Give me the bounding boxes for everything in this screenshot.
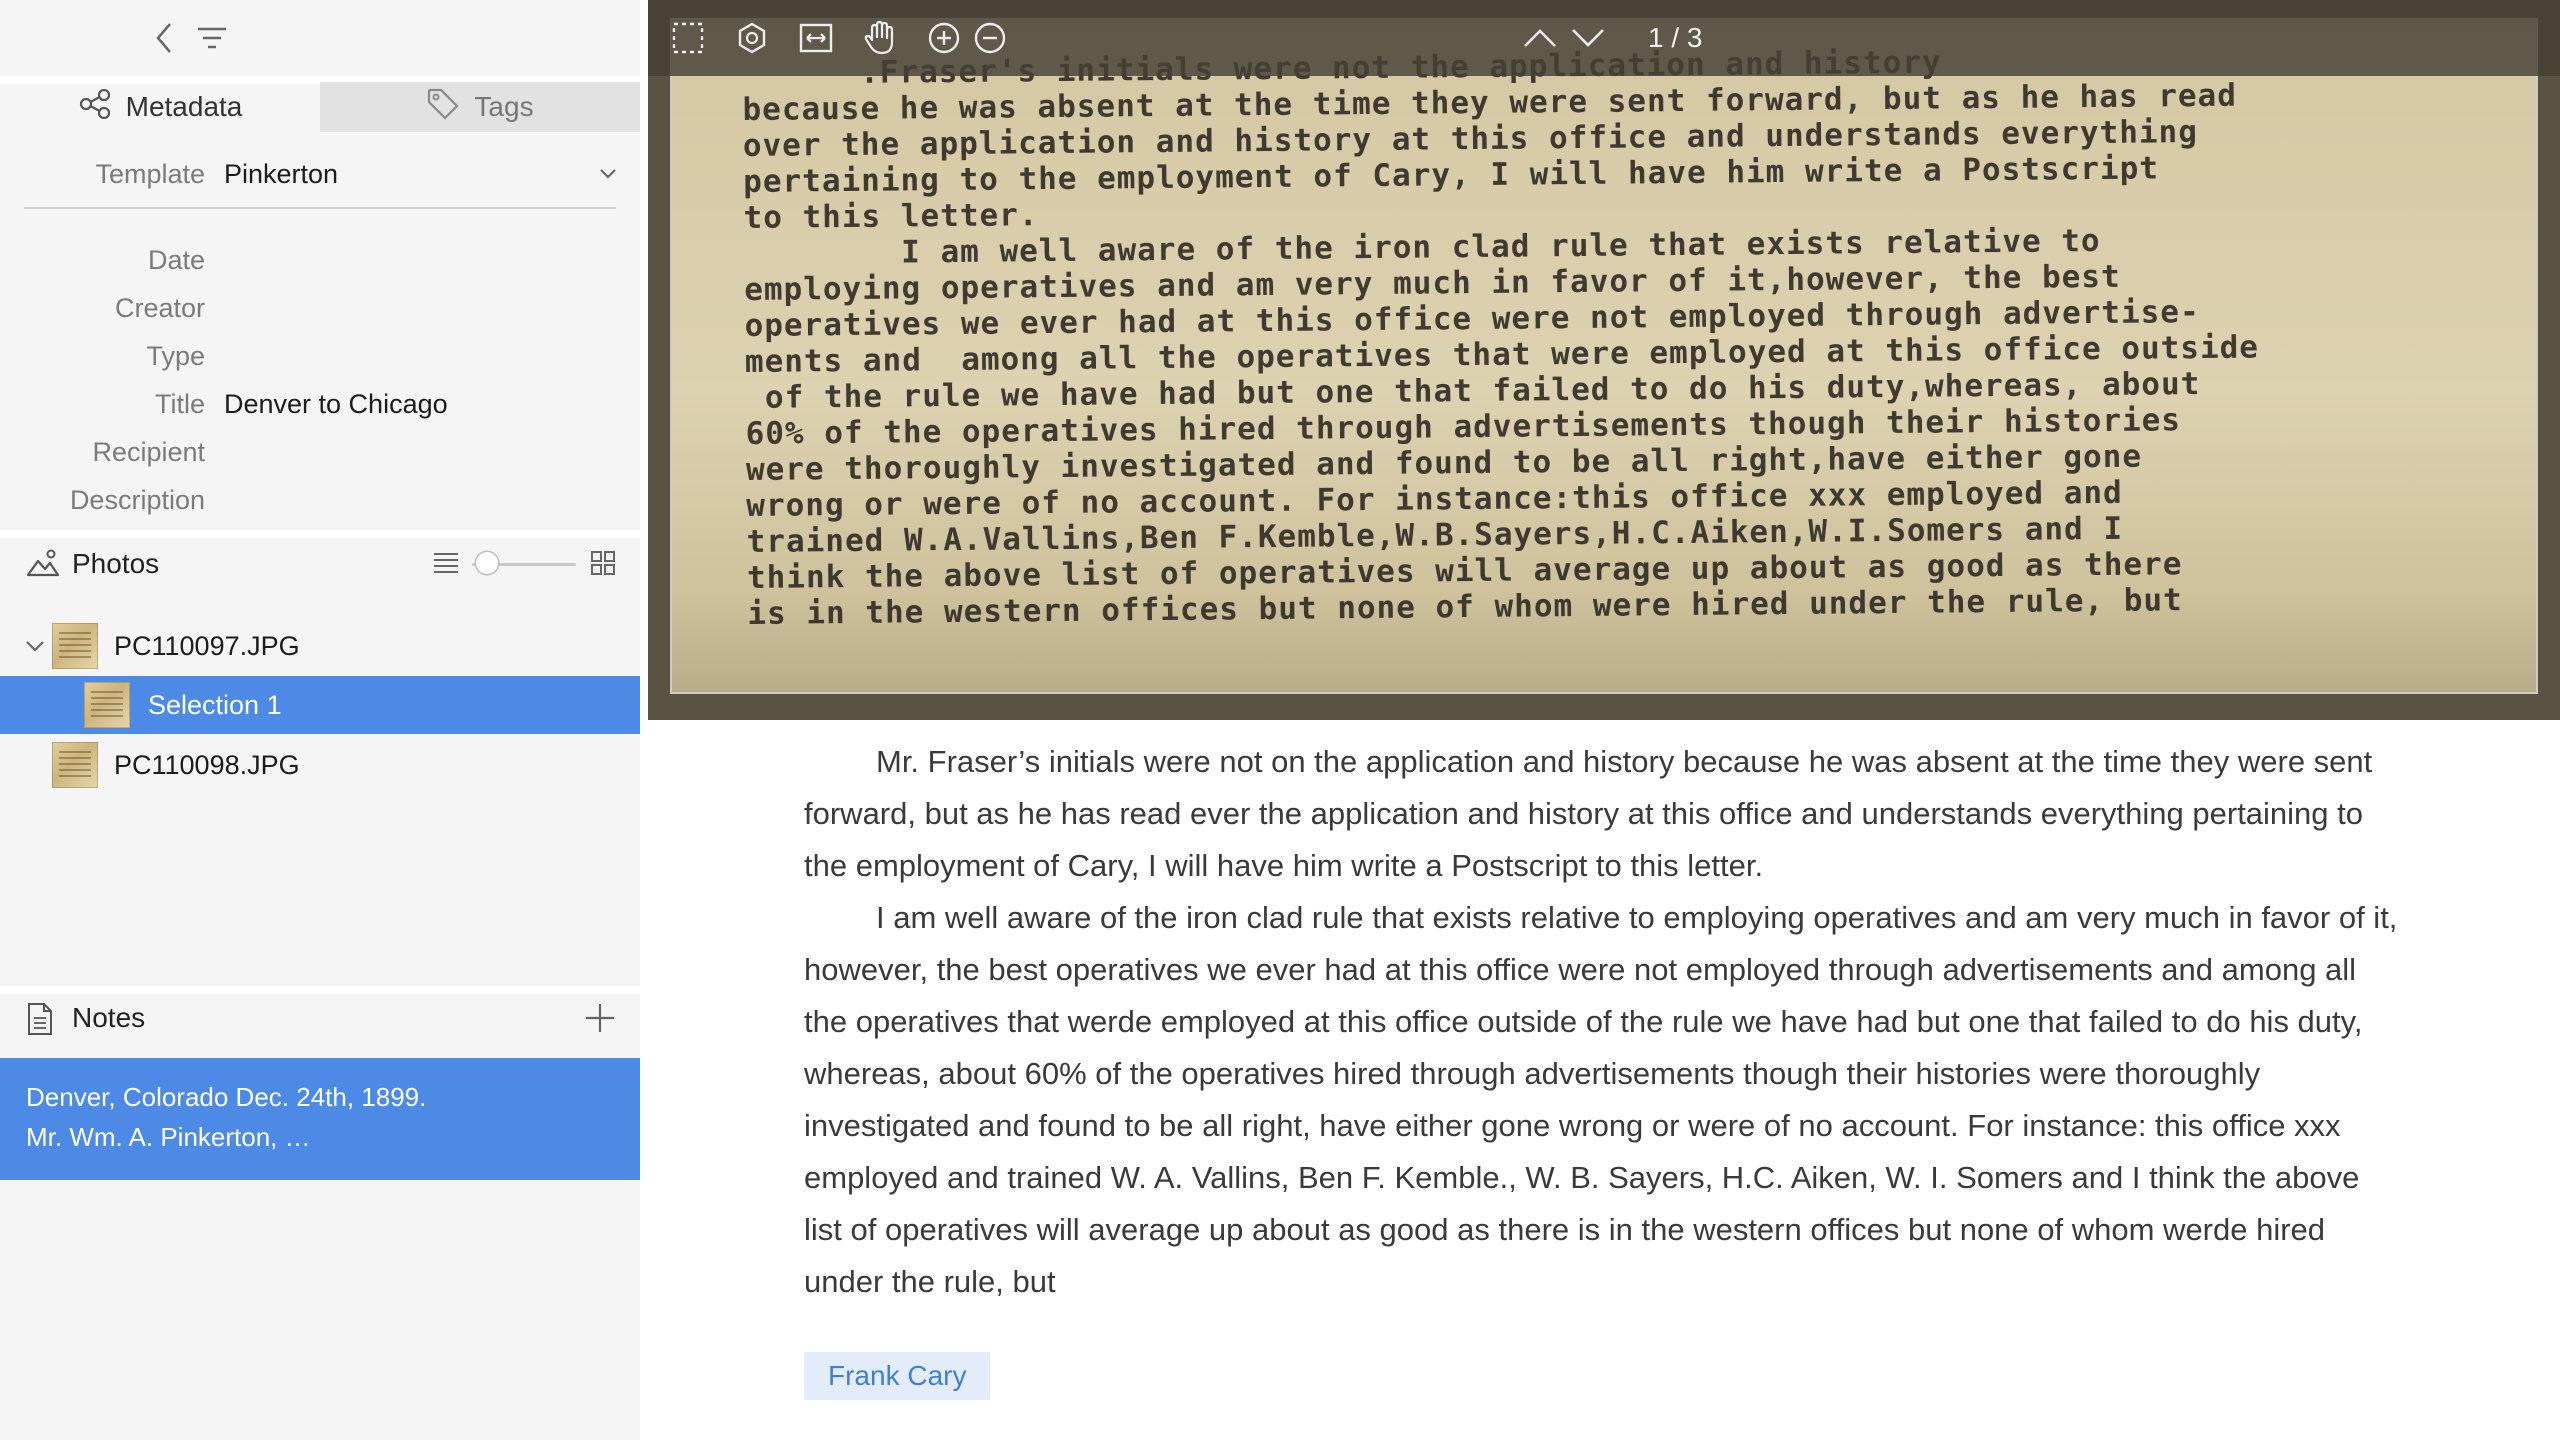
transcription-paragraph: Mr. Fraser’s initials were not on the ap… xyxy=(804,744,2373,883)
field-label: Description xyxy=(69,485,205,515)
notes-header: Notes xyxy=(0,988,640,1048)
slider-knob[interactable] xyxy=(476,552,498,574)
photo-name: PC110097.JPG xyxy=(114,631,300,661)
field-label: Date xyxy=(147,245,205,275)
photo-name: PC110098.JPG xyxy=(114,750,300,780)
selection-item[interactable]: Selection 1 xyxy=(0,676,640,734)
note-second-line: Mr. Wm. A. Pinkerton, … xyxy=(26,1122,311,1152)
sidebar: Metadata Tags Template Pinkerton Date Cr… xyxy=(0,0,640,1440)
field-value[interactable]: Denver to Chicago xyxy=(224,380,448,428)
photos-header: Photos xyxy=(0,534,640,594)
document-photo[interactable]: .Fraser's initials were not the applicat… xyxy=(672,20,2536,692)
field-type[interactable]: Type xyxy=(0,332,640,380)
filter-icon[interactable] xyxy=(194,20,230,56)
adjust-icon[interactable] xyxy=(732,18,772,58)
template-select[interactable]: Template Pinkerton xyxy=(0,150,640,198)
zoom-in-icon[interactable] xyxy=(924,18,964,58)
sidebar-tabs: Metadata Tags xyxy=(0,82,640,134)
tab-label: Metadata xyxy=(125,91,243,122)
sidebar-toolbar xyxy=(0,0,640,76)
field-label: Recipient xyxy=(92,437,205,467)
viewer-toolbar: 1 / 3 xyxy=(648,0,2560,76)
template-underline xyxy=(24,207,616,209)
photo-thumbnail xyxy=(52,623,98,669)
marquee-select-icon[interactable] xyxy=(668,18,708,58)
tag-icon xyxy=(426,87,460,128)
photos-icon xyxy=(26,548,60,583)
template-value: Pinkerton xyxy=(224,159,339,189)
template-label: Template xyxy=(95,159,205,189)
transcription-paragraph: I am well aware of the iron clad rule th… xyxy=(804,900,2398,1299)
document-icon xyxy=(26,1002,54,1041)
tab-metadata[interactable]: Metadata xyxy=(0,82,320,132)
field-creator[interactable]: Creator xyxy=(0,284,640,332)
add-note-icon[interactable] xyxy=(584,1002,616,1039)
selection-name: Selection 1 xyxy=(148,690,282,720)
list-view-icon[interactable] xyxy=(432,550,460,581)
field-recipient[interactable]: Recipient xyxy=(0,428,640,476)
page-counter: 1 / 3 xyxy=(1648,22,1703,53)
chevron-down-icon[interactable] xyxy=(24,635,46,662)
image-viewer[interactable]: .Fraser's initials were not the applicat… xyxy=(648,0,2560,720)
photo-item[interactable]: PC110097.JPG xyxy=(0,617,640,675)
field-label: Creator xyxy=(114,293,205,323)
hand-pan-icon[interactable] xyxy=(860,18,900,58)
field-label: Type xyxy=(146,341,205,371)
photos-title: Photos xyxy=(72,548,160,579)
document-typed-text: .Fraser's initials were not the applicat… xyxy=(742,39,2507,632)
note-item[interactable]: Denver, Colorado Dec. 24th, 1899. Mr. Wm… xyxy=(0,1058,640,1180)
selection-thumbnail xyxy=(84,682,130,728)
previous-page-icon[interactable] xyxy=(1520,18,1560,58)
note-first-line: Denver, Colorado Dec. 24th, 1899. xyxy=(26,1082,427,1112)
tab-label: Tags xyxy=(474,91,534,122)
notes-title: Notes xyxy=(72,1002,146,1033)
zoom-out-icon[interactable] xyxy=(970,18,1010,58)
grid-view-icon[interactable] xyxy=(590,550,616,581)
transcription-text[interactable]: Mr. Fraser’s initials were not on the ap… xyxy=(804,736,2404,1308)
photo-item[interactable]: PC110098.JPG xyxy=(0,736,640,794)
field-description[interactable]: Description xyxy=(0,476,640,524)
share-icon xyxy=(78,88,112,126)
next-page-icon[interactable] xyxy=(1568,18,1608,58)
fit-width-icon[interactable] xyxy=(796,18,836,58)
photo-thumbnail xyxy=(52,742,98,788)
tab-tags[interactable]: Tags xyxy=(320,82,640,132)
thumbnail-size-slider[interactable] xyxy=(472,552,576,574)
field-label: Title xyxy=(154,389,205,419)
main-pane: .Fraser's initials were not the applicat… xyxy=(648,0,2560,1440)
field-title[interactable]: Title Denver to Chicago xyxy=(0,380,640,428)
tag-chip[interactable]: Frank Cary xyxy=(804,1352,991,1400)
back-chevron-icon[interactable] xyxy=(146,20,182,56)
field-date[interactable]: Date xyxy=(0,236,640,284)
chevron-down-icon xyxy=(598,162,618,189)
